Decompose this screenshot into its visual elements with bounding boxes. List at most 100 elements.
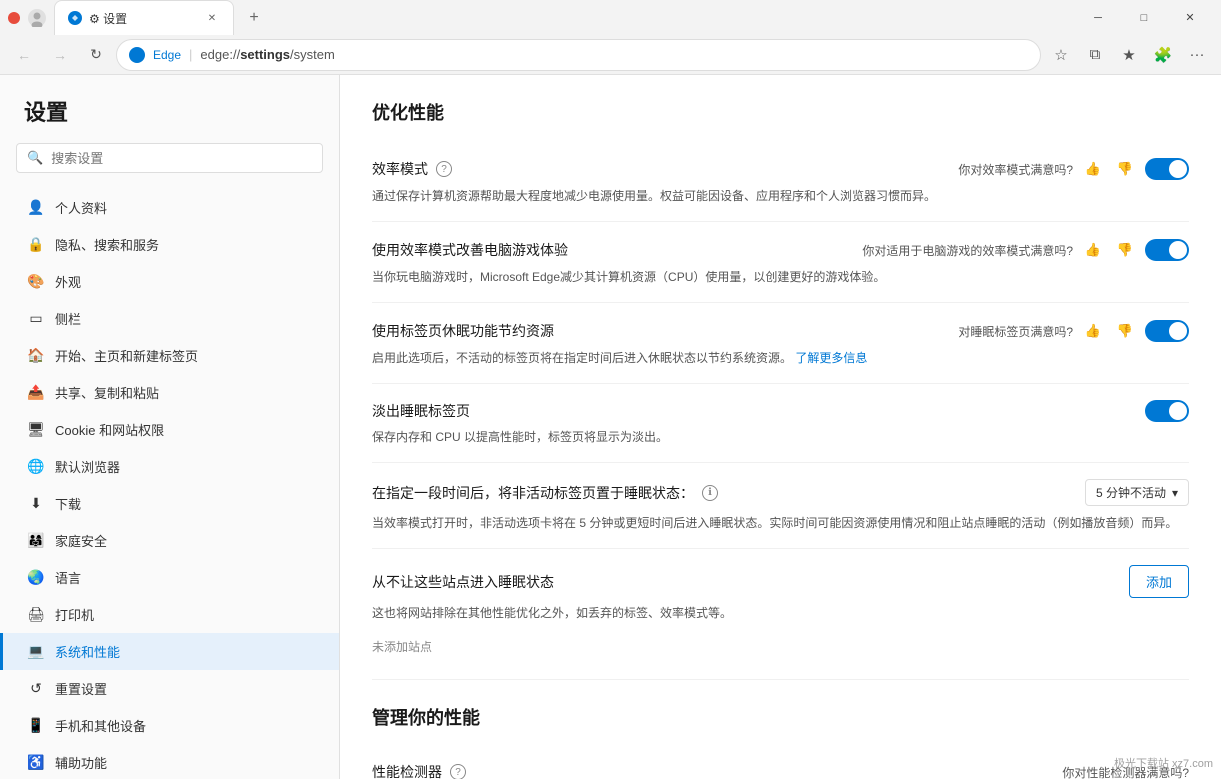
sleeping-tabs-link[interactable]: 了解更多信息 [795, 351, 867, 365]
setting-efficiency-title: 效率模式 [372, 159, 428, 179]
dropdown-chevron: ▾ [1172, 486, 1178, 500]
efficiency-thumbdown[interactable]: 👎 [1113, 157, 1137, 181]
content-area: 优化性能 效率模式 ? 你对效率模式满意吗? 👍 👎 通过保存计算机资源帮助最大… [340, 75, 1221, 779]
address-url: edge://settings/system [200, 47, 334, 62]
sidebar-item-system[interactable]: 💻 系统和性能 [0, 633, 339, 670]
gaming-thumbup[interactable]: 👍 [1081, 238, 1105, 262]
fade-toggle[interactable] [1145, 400, 1189, 422]
setting-fade-right [1145, 400, 1189, 422]
search-box[interactable]: 🔍 [16, 143, 323, 173]
tab-bar: ⚙ 设置 ✕ + [54, 0, 1075, 35]
back-button[interactable]: ← [8, 39, 40, 71]
collections-icon[interactable]: ★ [1113, 39, 1145, 71]
language-icon: 🌏 [27, 569, 45, 586]
efficiency-thumbup[interactable]: 👍 [1081, 157, 1105, 181]
sidebar-item-privacy[interactable]: 🔒 隐私、搜索和服务 [0, 226, 339, 263]
sidebar-item-cookies[interactable]: 🖥 Cookie 和网站权限 [0, 411, 339, 448]
sidebar-label-profile: 个人资料 [55, 198, 107, 217]
sidebar-label-family: 家庭安全 [55, 531, 107, 550]
new-tab-button[interactable]: + [238, 4, 270, 32]
efficiency-toggle[interactable] [1145, 158, 1189, 180]
close-button[interactable]: ✕ [1167, 2, 1213, 34]
address-path: settings [240, 47, 290, 62]
perf-detector-info-icon[interactable]: ? [450, 764, 466, 779]
family-icon: 👨‍👩‍👧 [27, 532, 45, 549]
sleep-timer-row: 在指定一段时间后，将非活动标签页置于睡眠状态： ℹ 5 分钟不活动 ▾ [372, 479, 1189, 506]
reset-icon: ↺ [27, 680, 45, 697]
sidebar-item-sidebar[interactable]: ▭ 侧栏 [0, 300, 339, 337]
sleeping-feedback: 对睡眠标签页满意吗? [958, 323, 1073, 340]
sidebar-item-language[interactable]: 🌏 语言 [0, 559, 339, 596]
extensions-icon[interactable]: 🧩 [1147, 39, 1179, 71]
sleep-timer-info-icon[interactable]: ℹ [702, 485, 718, 501]
setting-efficiency: 效率模式 ? 你对效率模式满意吗? 👍 👎 通过保存计算机资源帮助最大程度地减少… [372, 141, 1189, 222]
sidebar-item-accessibility[interactable]: ♿ 辅助功能 [0, 744, 339, 779]
address-bar[interactable]: Edge | edge://settings/system [116, 39, 1041, 71]
favorites-icon[interactable]: ☆ [1045, 39, 1077, 71]
sidebar-item-mobile[interactable]: 📱 手机和其他设备 [0, 707, 339, 744]
sleep-timer-title: 在指定一段时间后，将非活动标签页置于睡眠状态： [372, 483, 694, 503]
no-sites-text: 未添加站点 [372, 630, 1189, 663]
sidebar-item-reset[interactable]: ↺ 重置设置 [0, 670, 339, 707]
sleeping-toggle[interactable] [1145, 320, 1189, 342]
setting-gaming: 使用效率模式改善电脑游戏体验 你对适用于电脑游戏的效率模式满意吗? 👍 👎 当你… [372, 222, 1189, 303]
setting-efficiency-right: 你对效率模式满意吗? 👍 👎 [958, 157, 1189, 181]
menu-icon[interactable]: ··· [1181, 39, 1213, 71]
start-icon: 🏠 [27, 347, 45, 364]
profile-avatar [28, 9, 46, 27]
sidebar-item-browser[interactable]: 🌐 默认浏览器 [0, 448, 339, 485]
sleeping-thumbup[interactable]: 👍 [1081, 319, 1105, 343]
setting-sleeping-tabs: 使用标签页休眠功能节约资源 对睡眠标签页满意吗? 👍 👎 启用此选项后，不活动的… [372, 303, 1189, 384]
setting-perf-detector: 性能检测器 ? 你对性能检测器满意吗? [372, 746, 1189, 779]
sidebar-item-family[interactable]: 👨‍👩‍👧 家庭安全 [0, 522, 339, 559]
sidebar-label-appearance: 外观 [55, 272, 81, 291]
sleep-timer-desc: 当效率模式打开时，非活动选项卡将在 5 分钟或更短时间后进入睡眠状态。实际时间可… [372, 514, 1189, 532]
tab-title: ⚙ 设置 [89, 10, 197, 27]
search-input[interactable] [51, 151, 312, 166]
efficiency-feedback: 你对效率模式满意吗? [958, 161, 1073, 178]
profile-icon: 👤 [27, 199, 45, 216]
efficiency-info-icon[interactable]: ? [436, 161, 452, 177]
never-sleep-header: 从不让这些站点进入睡眠状态 添加 [372, 565, 1189, 598]
sidebar-item-downloads[interactable]: ⬇ 下载 [0, 485, 339, 522]
sidebar: 设置 🔍 👤 个人资料 🔒 隐私、搜索和服务 🎨 外观 ▭ 侧栏 🏠 开始、主页… [0, 75, 340, 779]
sidebar-label-system: 系统和性能 [55, 642, 120, 661]
gaming-desc: 当你玩电脑游戏时，Microsoft Edge减少其计算机资源（CPU）使用量，… [372, 268, 1189, 286]
system-icon: 💻 [27, 643, 45, 660]
add-site-button[interactable]: 添加 [1129, 565, 1189, 598]
sleep-timer-title-group: 在指定一段时间后，将非活动标签页置于睡眠状态： ℹ [372, 483, 718, 503]
setting-sleep-timer: 在指定一段时间后，将非活动标签页置于睡眠状态： ℹ 5 分钟不活动 ▾ 当效率模… [372, 463, 1189, 549]
maximize-button[interactable]: □ [1121, 2, 1167, 34]
minimize-button[interactable]: ─ [1075, 2, 1121, 34]
appearance-icon: 🎨 [27, 273, 45, 290]
sidebar-item-printer[interactable]: 🖨 打印机 [0, 596, 339, 633]
perf-detector-header: 性能检测器 ? 你对性能检测器满意吗? [372, 762, 1189, 779]
efficiency-desc: 通过保存计算机资源帮助最大程度地减少电源使用量。权益可能因设备、应用程序和个人浏… [372, 187, 1189, 205]
main-layout: 设置 🔍 👤 个人资料 🔒 隐私、搜索和服务 🎨 外观 ▭ 侧栏 🏠 开始、主页… [0, 75, 1221, 779]
sidebar-item-profile[interactable]: 👤 个人资料 [0, 189, 339, 226]
navbar: ← → ↻ Edge | edge://settings/system ☆ ⧉ … [0, 35, 1221, 75]
gaming-toggle[interactable] [1145, 239, 1189, 261]
sidebar-label-downloads: 下载 [55, 494, 81, 513]
sleeping-thumbdown[interactable]: 👎 [1113, 319, 1137, 343]
gaming-feedback: 你对适用于电脑游戏的效率模式满意吗? [862, 242, 1073, 259]
sidebar-item-share[interactable]: 📤 共享、复制和粘贴 [0, 374, 339, 411]
refresh-button[interactable]: ↻ [80, 39, 112, 71]
active-tab[interactable]: ⚙ 设置 ✕ [54, 0, 234, 35]
downloads-icon: ⬇ [27, 495, 45, 512]
split-screen-icon[interactable]: ⧉ [1079, 39, 1111, 71]
sleep-timer-controls: 5 分钟不活动 ▾ [1085, 479, 1189, 506]
sleeping-desc-text: 启用此选项后，不活动的标签页将在指定时间后进入休眠状态以节约系统资源。 [372, 351, 792, 365]
gaming-thumbdown[interactable]: 👎 [1113, 238, 1137, 262]
never-sleep-desc: 这也将网站排除在其他性能优化之外，如丢弃的标签、效率模式等。 [372, 604, 1189, 622]
tab-close-button[interactable]: ✕ [203, 9, 221, 27]
privacy-icon: 🔒 [27, 236, 45, 253]
forward-button[interactable]: → [44, 39, 76, 71]
sidebar-item-appearance[interactable]: 🎨 外观 [0, 263, 339, 300]
sleep-timer-dropdown[interactable]: 5 分钟不活动 ▾ [1085, 479, 1189, 506]
accessibility-icon: ♿ [27, 754, 45, 771]
cookies-icon: 🖥 [27, 421, 45, 438]
section1-title: 优化性能 [372, 99, 1189, 125]
sidebar-item-start[interactable]: 🏠 开始、主页和新建标签页 [0, 337, 339, 374]
fade-desc: 保存内存和 CPU 以提高性能时，标签页将显示为淡出。 [372, 428, 1189, 446]
